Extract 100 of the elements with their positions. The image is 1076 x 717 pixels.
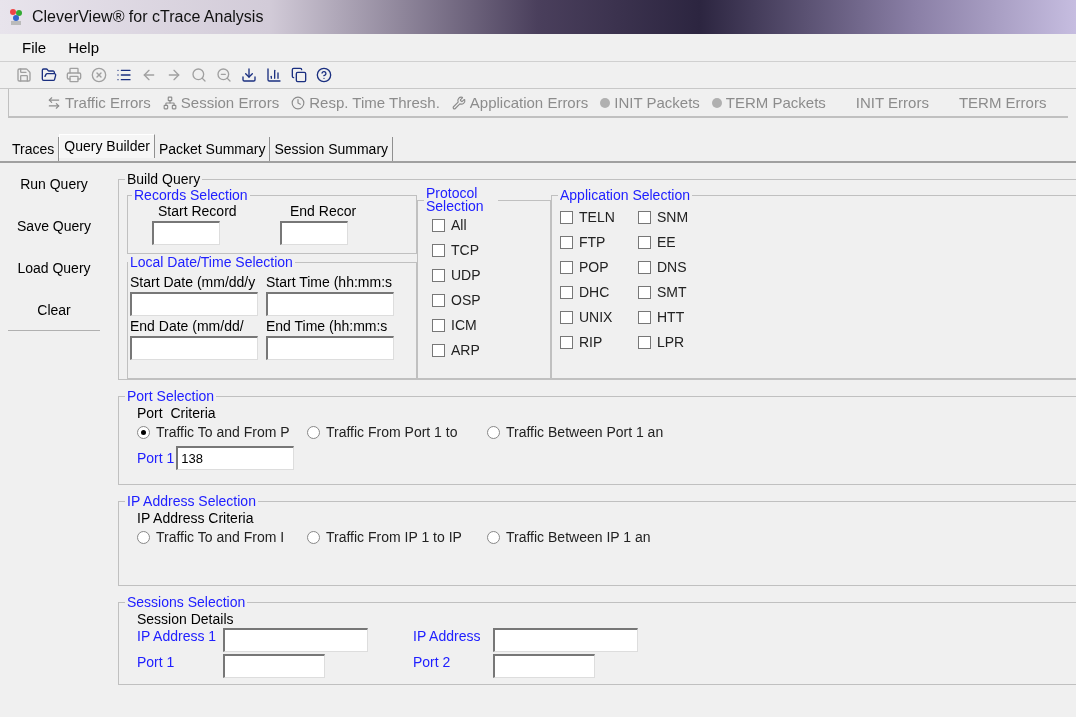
checkbox-box[interactable] bbox=[432, 318, 445, 332]
field-label: Start Record bbox=[157, 203, 238, 219]
app-icon bbox=[8, 8, 24, 26]
input-field[interactable] bbox=[266, 336, 394, 360]
checkbox[interactable]: All bbox=[432, 217, 546, 233]
checkbox-box[interactable] bbox=[560, 335, 573, 349]
input-field[interactable] bbox=[493, 654, 595, 678]
group-title: Application Selection bbox=[559, 187, 691, 203]
radio-option[interactable]: Traffic Between IP 1 an bbox=[487, 529, 747, 545]
checkbox[interactable]: TCP bbox=[432, 242, 546, 258]
field-label: Port 2 bbox=[413, 654, 452, 672]
group-title: IP Address Selection bbox=[126, 493, 257, 509]
checkbox-box[interactable] bbox=[560, 285, 573, 299]
input-field[interactable]: 138 bbox=[176, 446, 295, 470]
checkbox-box[interactable] bbox=[432, 268, 445, 282]
checkbox[interactable]: UDP bbox=[432, 267, 546, 283]
radio-option[interactable]: Traffic From IP 1 to IP bbox=[307, 529, 487, 545]
clock-icon bbox=[291, 95, 306, 110]
field-label: IP Address bbox=[413, 628, 482, 646]
sidebar-button[interactable]: Load Query bbox=[8, 247, 100, 289]
checkbox[interactable]: SNM bbox=[638, 209, 716, 225]
checkbox-box[interactable] bbox=[432, 218, 445, 232]
tools-icon bbox=[451, 95, 466, 110]
radio-button[interactable] bbox=[137, 425, 150, 439]
section-label: IP Address Criteria bbox=[137, 510, 254, 526]
checkbox[interactable]: ARP bbox=[432, 342, 546, 358]
checkbox[interactable]: TELN bbox=[560, 209, 638, 225]
checkbox-box[interactable] bbox=[432, 243, 445, 257]
radio-option[interactable]: Traffic From Port 1 to bbox=[307, 424, 487, 440]
field-label: Port 1 bbox=[137, 450, 175, 466]
input-field[interactable] bbox=[266, 292, 394, 316]
checkbox[interactable]: SMT bbox=[638, 284, 716, 300]
menu-item[interactable]: Help bbox=[68, 39, 100, 56]
radio-option[interactable]: Traffic To and From I bbox=[137, 529, 307, 545]
group-title: Sessions Selection bbox=[126, 594, 247, 610]
menu-item[interactable]: File bbox=[22, 39, 47, 56]
window-title: CleverView® for cTrace Analysis bbox=[32, 8, 264, 26]
status-dot-icon bbox=[600, 97, 611, 108]
radio-button[interactable] bbox=[487, 425, 500, 439]
checkbox[interactable]: EE bbox=[638, 234, 716, 250]
group-title: Build Query bbox=[126, 171, 202, 187]
group-title: Protocol Selection bbox=[425, 187, 485, 213]
radio-button[interactable] bbox=[307, 530, 320, 544]
input-field[interactable] bbox=[130, 336, 258, 360]
radio-option[interactable]: Traffic Between Port 1 an bbox=[487, 424, 747, 440]
field-label: End Date (mm/dd/ bbox=[130, 318, 245, 334]
checkbox[interactable]: FTP bbox=[560, 234, 638, 250]
checkbox-box[interactable] bbox=[638, 210, 651, 224]
checkbox-box[interactable] bbox=[638, 310, 651, 324]
arrows-icon bbox=[47, 95, 61, 110]
input-field[interactable] bbox=[152, 221, 220, 245]
radio-button[interactable] bbox=[487, 530, 500, 544]
radio-button[interactable] bbox=[137, 530, 150, 544]
group-title: Local Date/Time Selection bbox=[129, 254, 294, 270]
checkbox[interactable]: LPR bbox=[638, 334, 716, 350]
field-label: End Recor bbox=[289, 203, 358, 219]
checkbox-box[interactable] bbox=[560, 310, 573, 324]
checkbox[interactable]: HTT bbox=[638, 309, 716, 325]
sidebar-button[interactable]: Save Query bbox=[8, 205, 100, 247]
section-label: Port Criteria bbox=[137, 405, 216, 421]
checkbox-box[interactable] bbox=[560, 235, 573, 249]
help-icon[interactable] bbox=[314, 66, 334, 84]
checkbox-box[interactable] bbox=[638, 260, 651, 274]
checkbox-box[interactable] bbox=[638, 285, 651, 299]
checkbox-box[interactable] bbox=[638, 235, 651, 249]
radio-option[interactable]: Traffic To and From P bbox=[137, 424, 307, 440]
field-label: IP Address 1 bbox=[137, 628, 218, 646]
tab[interactable]: Query Builder bbox=[59, 134, 155, 158]
checkbox-box[interactable] bbox=[560, 260, 573, 274]
checkbox[interactable]: DNS bbox=[638, 259, 716, 275]
network-icon bbox=[162, 95, 177, 110]
input-field[interactable] bbox=[280, 221, 348, 245]
group-title: Port Selection bbox=[126, 388, 216, 404]
sidebar-button[interactable]: Run Query bbox=[8, 163, 100, 205]
checkbox[interactable]: ICM bbox=[432, 317, 546, 333]
input-field[interactable] bbox=[223, 628, 368, 652]
folder-icon[interactable] bbox=[39, 66, 59, 84]
checkbox-box[interactable] bbox=[638, 335, 651, 349]
checkbox[interactable]: POP bbox=[560, 259, 638, 275]
section-label: Session Details bbox=[137, 611, 234, 627]
checkbox[interactable]: OSP bbox=[432, 292, 546, 308]
download-icon[interactable] bbox=[239, 66, 259, 84]
input-field[interactable] bbox=[493, 628, 638, 652]
field-label: Start Time (hh:mm:s bbox=[266, 274, 394, 290]
copy-icon[interactable] bbox=[289, 66, 309, 84]
sidebar-button[interactable]: Clear bbox=[8, 289, 100, 331]
input-field[interactable] bbox=[223, 654, 325, 678]
checkbox[interactable]: DHC bbox=[560, 284, 638, 300]
field-label: Start Date (mm/dd/y bbox=[130, 274, 257, 290]
checkbox-box[interactable] bbox=[432, 343, 445, 357]
field-label: Port 1 bbox=[137, 654, 176, 672]
radio-button[interactable] bbox=[307, 425, 320, 439]
checkbox[interactable]: RIP bbox=[560, 334, 638, 350]
status-dot-icon bbox=[711, 97, 722, 108]
input-field[interactable] bbox=[130, 292, 258, 316]
checkbox-box[interactable] bbox=[560, 210, 573, 224]
checkbox-box[interactable] bbox=[432, 293, 445, 307]
field-label: End Time (hh:mm:s bbox=[266, 318, 389, 334]
group-title: Records Selection bbox=[133, 187, 249, 203]
checkbox[interactable]: UNIX bbox=[560, 309, 638, 325]
